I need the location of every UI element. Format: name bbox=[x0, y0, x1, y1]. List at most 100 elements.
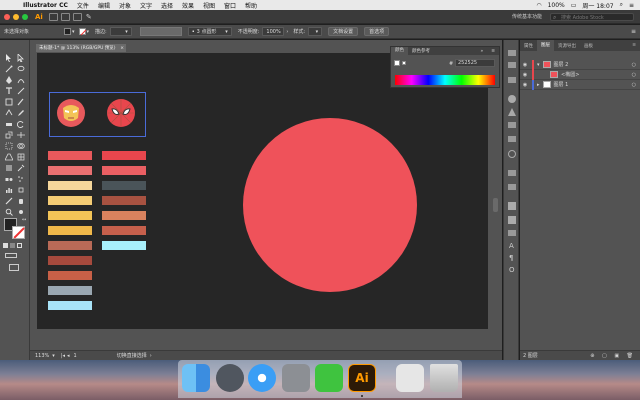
layers-collapsed-icon[interactable] bbox=[508, 50, 516, 56]
menu-type[interactable]: 文字 bbox=[140, 1, 152, 10]
rotate-tool-icon[interactable] bbox=[17, 120, 25, 128]
close-window-button[interactable] bbox=[4, 13, 10, 20]
target-icon[interactable]: ○ bbox=[632, 62, 636, 68]
paintbrush-tool-icon[interactable] bbox=[17, 98, 25, 106]
launchpad-icon[interactable] bbox=[216, 364, 244, 392]
tab-color-guide[interactable]: 颜色参考 bbox=[408, 48, 434, 54]
graphic-styles-collapsed-icon[interactable] bbox=[508, 136, 516, 142]
layer-row[interactable]: ◉ <椭圆> ○ bbox=[520, 69, 640, 80]
color-swatch[interactable] bbox=[48, 226, 92, 235]
menu-edit[interactable]: 编辑 bbox=[98, 1, 110, 10]
layer-name[interactable]: 图层 2 bbox=[554, 61, 569, 68]
layer-row[interactable]: ◉ ▸ 图层 1 ○ bbox=[520, 79, 640, 90]
pathfinder-collapsed-icon[interactable] bbox=[508, 216, 516, 224]
color-swatch[interactable] bbox=[48, 241, 92, 250]
none-mode-icon[interactable] bbox=[17, 243, 22, 248]
color-swatch[interactable] bbox=[102, 211, 146, 220]
opacity-dropdown-icon[interactable]: › bbox=[286, 29, 288, 35]
wifi-icon[interactable]: ◠ bbox=[536, 2, 541, 9]
screen-mode-icon[interactable] bbox=[9, 264, 19, 271]
draw-mode-icon[interactable] bbox=[5, 253, 17, 258]
menu-app-name[interactable]: Illustrator CC bbox=[23, 2, 68, 9]
color-swatch[interactable] bbox=[102, 226, 146, 235]
curvature-tool-icon[interactable] bbox=[17, 76, 25, 84]
first-artboard-icon[interactable]: |◂ bbox=[61, 353, 65, 359]
eyedropper-tool-icon[interactable] bbox=[17, 164, 25, 172]
brush-definition-dropdown[interactable]: • 3 点圆形 ▾ bbox=[187, 27, 232, 36]
artboard-tool-icon[interactable] bbox=[17, 186, 25, 194]
rectangle-tool-icon[interactable] bbox=[5, 98, 13, 106]
document-tab[interactable]: 未标题-1* @ 113% (RGB/GPU 预览) × bbox=[36, 44, 126, 52]
layer-name[interactable]: 图层 1 bbox=[554, 81, 569, 88]
hand-tool-icon[interactable] bbox=[17, 197, 25, 205]
color-swatch[interactable] bbox=[48, 166, 92, 175]
preview-icon[interactable] bbox=[396, 364, 424, 392]
brushes-collapsed-icon[interactable] bbox=[508, 122, 516, 128]
minimize-window-button[interactable] bbox=[13, 13, 19, 20]
selection-tool-icon[interactable] bbox=[5, 54, 13, 62]
panel-fill-swatch[interactable] bbox=[394, 60, 400, 66]
eraser-tool-icon[interactable] bbox=[5, 120, 13, 128]
wechat-icon[interactable] bbox=[315, 364, 343, 392]
panel-stroke-swatch[interactable] bbox=[402, 61, 406, 65]
tab-properties[interactable]: 属性 bbox=[520, 43, 537, 49]
color-swatch[interactable] bbox=[48, 211, 92, 220]
slice-tool-icon[interactable] bbox=[5, 197, 13, 205]
tab-layers[interactable]: 图层 bbox=[537, 40, 554, 51]
color-swatch[interactable] bbox=[48, 196, 92, 205]
graphic-style-dropdown[interactable]: ▾ bbox=[308, 27, 323, 36]
panel-menu-icon[interactable]: ≡ bbox=[631, 28, 636, 35]
lasso-tool-icon[interactable] bbox=[17, 65, 25, 73]
width-tool-icon[interactable] bbox=[17, 131, 25, 139]
type-tool-icon[interactable] bbox=[5, 87, 13, 95]
collapse-panel-icon[interactable]: » bbox=[476, 49, 487, 54]
red-circle[interactable] bbox=[243, 118, 417, 292]
tab-artboards[interactable]: 画板 bbox=[580, 43, 597, 49]
menu-effect[interactable]: 效果 bbox=[182, 1, 194, 10]
paragraph-collapsed-icon[interactable]: ¶ bbox=[509, 254, 513, 262]
visibility-eye-icon[interactable]: ◉ bbox=[520, 62, 530, 68]
scale-tool-icon[interactable] bbox=[5, 131, 13, 139]
clock[interactable]: 周一 18:07 bbox=[582, 1, 613, 10]
fill-swatch[interactable] bbox=[64, 28, 71, 35]
layer-row[interactable]: ◉ ▾ 图层 2 ○ bbox=[520, 59, 640, 70]
column-graph-tool-icon[interactable] bbox=[5, 186, 13, 194]
magic-wand-tool-icon[interactable] bbox=[5, 65, 13, 73]
menu-file[interactable]: 文件 bbox=[77, 1, 89, 10]
workspace-switcher[interactable]: 传统基本功能 bbox=[512, 13, 542, 20]
color-swatch[interactable] bbox=[48, 301, 92, 310]
color-swatch[interactable] bbox=[102, 241, 146, 250]
color-swatch[interactable] bbox=[102, 196, 146, 205]
gradient-mode-icon[interactable] bbox=[10, 243, 15, 248]
illustrator-icon[interactable]: Ai bbox=[348, 364, 376, 392]
menu-window[interactable]: 窗口 bbox=[224, 1, 236, 10]
swatches-collapsed-icon[interactable] bbox=[508, 77, 516, 83]
target-icon[interactable]: ○ bbox=[632, 82, 636, 88]
pencil-tool-icon[interactable] bbox=[17, 109, 25, 117]
hex-input[interactable]: 252525 bbox=[455, 59, 495, 67]
arrange-documents-icon[interactable] bbox=[60, 12, 70, 21]
icon-group-selection[interactable] bbox=[49, 92, 146, 137]
fill-dropdown-icon[interactable]: ▾ bbox=[72, 29, 75, 35]
search-icon[interactable]: ⌕ bbox=[620, 1, 623, 9]
stroke-weight-field[interactable]: ▾ bbox=[109, 27, 132, 36]
preferences-button[interactable]: 首选项 bbox=[364, 27, 390, 36]
shaper-tool-icon[interactable] bbox=[5, 109, 13, 117]
menu-object[interactable]: 对象 bbox=[119, 1, 131, 10]
menu-help[interactable]: 帮助 bbox=[245, 1, 257, 10]
layout-icon[interactable] bbox=[72, 12, 82, 21]
align-collapsed-icon[interactable] bbox=[508, 202, 516, 210]
trash-icon[interactable] bbox=[430, 364, 458, 392]
layer-name[interactable]: <椭圆> bbox=[561, 71, 579, 78]
iron-man-icon[interactable] bbox=[56, 98, 86, 128]
menu-select[interactable]: 选择 bbox=[161, 1, 173, 10]
transparency-collapsed-icon[interactable] bbox=[508, 170, 516, 176]
finder-icon[interactable] bbox=[182, 364, 210, 392]
stroke-dropdown-icon[interactable]: ▾ bbox=[87, 29, 90, 35]
transform-collapsed-icon[interactable] bbox=[508, 230, 516, 236]
stroke-color-box[interactable] bbox=[12, 226, 25, 239]
color-swatch[interactable] bbox=[48, 181, 92, 190]
system-preferences-icon[interactable] bbox=[282, 364, 310, 392]
stroke-swatch[interactable] bbox=[78, 28, 86, 36]
zoom-dropdown-icon[interactable]: ▾ bbox=[52, 353, 55, 359]
